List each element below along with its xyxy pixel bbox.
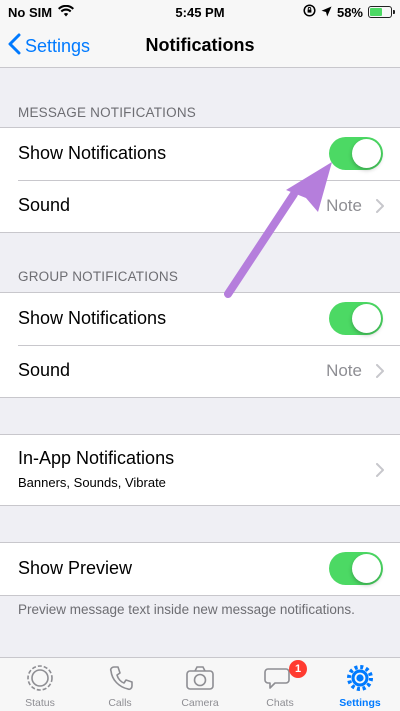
group-show-notifications-label: Show Notifications bbox=[18, 308, 167, 328]
message-sound-label: Sound bbox=[18, 195, 71, 215]
tab-bar: Status Calls Camera 1 Chats Settings bbox=[0, 657, 400, 711]
message-show-notifications-row: Show Notifications bbox=[0, 128, 400, 180]
message-sound-row[interactable]: Sound Note bbox=[0, 180, 400, 232]
in-app-notifications-subtitle: Banners, Sounds, Vibrate bbox=[18, 475, 166, 490]
chevron-right-icon bbox=[376, 463, 384, 482]
tab-chats-label: Chats bbox=[266, 697, 294, 709]
group-show-notifications-toggle[interactable] bbox=[329, 302, 383, 335]
location-arrow-icon bbox=[321, 5, 332, 20]
camera-icon bbox=[185, 663, 215, 698]
in-app-notifications-row[interactable]: In-App Notifications Banners, Sounds, Vi… bbox=[0, 435, 400, 505]
message-notifications-group: Show Notifications Sound Note bbox=[0, 127, 400, 233]
show-preview-toggle[interactable] bbox=[329, 552, 383, 585]
tab-calls[interactable]: Calls bbox=[80, 658, 160, 711]
tab-camera-label: Camera bbox=[181, 697, 219, 709]
group-notifications-group: Show Notifications Sound Note bbox=[0, 292, 400, 398]
in-app-notifications-group: In-App Notifications Banners, Sounds, Vi… bbox=[0, 434, 400, 506]
show-preview-group: Show Preview bbox=[0, 542, 400, 596]
status-icon bbox=[26, 663, 54, 698]
battery-percent: 58% bbox=[336, 4, 363, 20]
message-sound-value: Note bbox=[326, 196, 362, 215]
show-preview-note: Preview message text inside new message … bbox=[18, 602, 355, 617]
unread-badge: 1 bbox=[289, 660, 307, 678]
group-sound-label: Sound bbox=[18, 360, 71, 380]
status-bar: No SIM 5:45 PM 58% bbox=[0, 0, 400, 24]
message-show-notifications-toggle[interactable] bbox=[329, 137, 383, 170]
in-app-notifications-label: In-App Notifications bbox=[18, 448, 175, 468]
message-notifications-header: MESSAGE NOTIFICATIONS bbox=[18, 105, 196, 120]
tab-settings-label: Settings bbox=[339, 697, 381, 709]
phone-icon bbox=[106, 663, 134, 698]
battery-icon bbox=[368, 6, 395, 18]
tab-chats[interactable]: 1 Chats bbox=[240, 658, 320, 711]
orientation-lock-icon bbox=[303, 4, 316, 20]
show-preview-label: Show Preview bbox=[18, 558, 133, 578]
tab-status[interactable]: Status bbox=[0, 658, 80, 711]
navigation-bar: Settings Notifications bbox=[0, 24, 400, 68]
message-show-notifications-label: Show Notifications bbox=[18, 143, 167, 163]
show-preview-row: Show Preview bbox=[0, 543, 400, 595]
group-notifications-header: GROUP NOTIFICATIONS bbox=[18, 269, 179, 284]
gear-icon bbox=[345, 663, 375, 698]
tab-calls-label: Calls bbox=[108, 697, 132, 709]
tab-settings[interactable]: Settings bbox=[320, 658, 400, 711]
group-sound-row[interactable]: Sound Note bbox=[0, 345, 400, 397]
chevron-right-icon bbox=[376, 199, 384, 218]
group-show-notifications-row: Show Notifications bbox=[0, 293, 400, 345]
tab-status-label: Status bbox=[25, 697, 55, 709]
tab-camera[interactable]: Camera bbox=[160, 658, 240, 711]
chevron-right-icon bbox=[376, 364, 384, 383]
group-sound-value: Note bbox=[326, 361, 362, 380]
page-title: Notifications bbox=[145, 35, 255, 55]
